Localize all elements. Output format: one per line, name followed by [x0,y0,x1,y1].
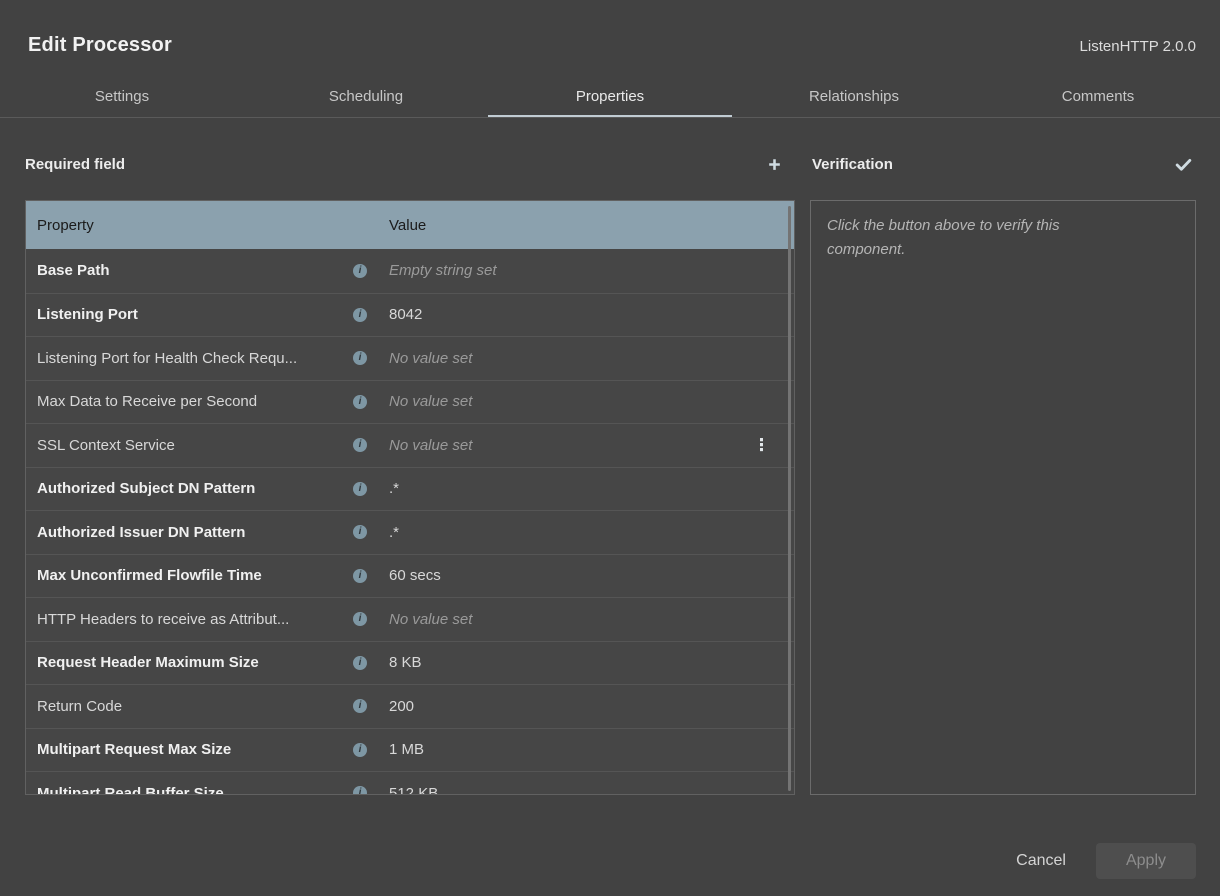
property-value[interactable]: .* [389,524,399,541]
property-name: Max Unconfirmed Flowfile Time [37,567,353,584]
dialog-header: Edit Processor ListenHTTP 2.0.0 Settings… [0,0,1220,118]
table-row[interactable]: SSL Context Service i No value set ⋮ [26,423,794,467]
dialog-footer: Cancel Apply [1014,843,1196,879]
table-row[interactable]: Authorized Issuer DN Pattern i .* [26,510,794,554]
tab-properties[interactable]: Properties [488,75,732,117]
plus-icon [766,156,783,173]
info-icon[interactable]: i [353,308,367,322]
property-value[interactable]: 200 [389,698,414,715]
property-table-body: Base Path i Empty string set Listening P… [26,249,794,795]
verify-button[interactable] [1170,151,1196,177]
info-icon[interactable]: i [353,482,367,496]
property-value[interactable]: 60 secs [389,567,441,584]
table-row[interactable]: Base Path i Empty string set [26,249,794,293]
table-row[interactable]: Listening Port i 8042 [26,293,794,337]
property-value[interactable]: 512 KB [389,785,438,795]
property-name: Return Code [37,698,353,715]
tab-bar: Settings Scheduling Properties Relations… [0,75,1220,117]
property-value[interactable]: No value set [389,611,472,628]
verification-label: Verification [812,156,893,173]
property-value[interactable]: Empty string set [389,262,497,279]
property-table: Property Value Base Path i Empty string … [25,200,795,795]
info-icon[interactable]: i [353,699,367,713]
table-scrollbar[interactable] [788,206,791,791]
property-name: Request Header Maximum Size [37,654,353,671]
required-field-label: Required field [25,156,125,173]
table-row[interactable]: Return Code i 200 [26,684,794,728]
add-property-button[interactable] [761,151,787,177]
cancel-button[interactable]: Cancel [1014,844,1068,878]
table-row[interactable]: Authorized Subject DN Pattern i .* [26,467,794,511]
verification-message: Click the button above to verify this co… [827,214,1137,262]
table-row[interactable]: Multipart Read Buffer Size i 512 KB [26,771,794,795]
column-header-property: Property [26,217,378,234]
table-row[interactable]: Request Header Maximum Size i 8 KB [26,641,794,685]
info-icon[interactable]: i [353,656,367,670]
kebab-menu-icon[interactable]: ⋮ [753,437,770,454]
info-icon[interactable]: i [353,395,367,409]
table-row[interactable]: HTTP Headers to receive as Attribut... i… [26,597,794,641]
property-value[interactable]: No value set [389,350,472,367]
info-icon[interactable]: i [353,438,367,452]
property-name: Multipart Request Max Size [37,741,353,758]
tab-comments[interactable]: Comments [976,75,1220,117]
property-name: Base Path [37,262,353,279]
info-icon[interactable]: i [353,612,367,626]
property-value[interactable]: No value set [389,437,472,454]
info-icon[interactable]: i [353,525,367,539]
apply-button[interactable]: Apply [1096,843,1196,879]
property-table-header: Property Value [26,201,794,249]
table-row[interactable]: Max Unconfirmed Flowfile Time i 60 secs [26,554,794,598]
property-value[interactable]: 1 MB [389,741,424,758]
check-icon [1174,155,1193,174]
verification-results-box: Click the button above to verify this co… [810,200,1196,795]
property-name: Authorized Issuer DN Pattern [37,524,353,541]
info-icon[interactable]: i [353,569,367,583]
properties-panel-heading: Required field [25,148,787,180]
page-title: Edit Processor [28,34,172,57]
info-icon[interactable]: i [353,351,367,365]
property-name: SSL Context Service [37,437,353,454]
property-name: HTTP Headers to receive as Attribut... [37,611,353,628]
table-row[interactable]: Multipart Request Max Size i 1 MB [26,728,794,772]
tab-scheduling[interactable]: Scheduling [244,75,488,117]
table-row[interactable]: Listening Port for Health Check Requ... … [26,336,794,380]
property-value[interactable]: No value set [389,393,472,410]
property-value[interactable]: .* [389,480,399,497]
tab-relationships[interactable]: Relationships [732,75,976,117]
property-name: Max Data to Receive per Second [37,393,353,410]
processor-type-version: ListenHTTP 2.0.0 [1080,38,1196,55]
column-header-value: Value [378,217,426,234]
property-name: Multipart Read Buffer Size [37,785,353,795]
property-value[interactable]: 8042 [389,306,422,323]
tab-settings[interactable]: Settings [0,75,244,117]
property-name: Listening Port [37,306,353,323]
property-value[interactable]: 8 KB [389,654,422,671]
info-icon[interactable]: i [353,264,367,278]
info-icon[interactable]: i [353,743,367,757]
info-icon[interactable]: i [353,786,367,795]
verification-panel-heading: Verification [812,148,1196,180]
table-row[interactable]: Max Data to Receive per Second i No valu… [26,380,794,424]
property-name: Authorized Subject DN Pattern [37,480,353,497]
property-name: Listening Port for Health Check Requ... [37,350,353,367]
